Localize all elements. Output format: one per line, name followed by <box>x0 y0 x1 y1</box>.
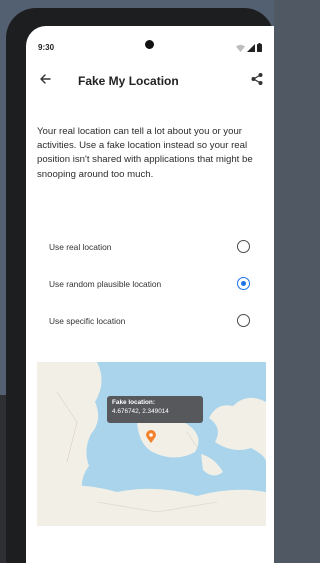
location-pin-icon <box>146 430 156 443</box>
page-title: Fake My Location <box>78 74 179 88</box>
radio-random-location[interactable] <box>237 277 250 290</box>
status-icons <box>236 42 262 52</box>
option-label: Use specific location <box>49 316 126 326</box>
option-specific-location[interactable]: Use specific location <box>26 311 274 335</box>
tooltip-coordinates: 4.676742, 2.349014 <box>112 408 169 415</box>
radio-real-location[interactable] <box>237 240 250 253</box>
option-random-location[interactable]: Use random plausible location <box>26 274 274 298</box>
map-land <box>37 362 266 526</box>
app-bar: Fake My Location <box>26 66 274 96</box>
back-arrow-icon[interactable] <box>38 72 52 86</box>
status-bar: 9:30 <box>26 26 274 66</box>
share-icon[interactable] <box>250 72 264 86</box>
phone-screen: 9:30 Fake My Location Your real location… <box>26 26 274 563</box>
option-label: Use real location <box>49 242 112 252</box>
description-text: Your real location can tell a lot about … <box>37 126 253 180</box>
option-real-location[interactable]: Use real location <box>26 237 274 261</box>
wifi-icon <box>236 44 245 52</box>
location-tooltip: Fake location: 4.676742, 2.349014 <box>107 396 203 423</box>
front-camera <box>145 40 154 49</box>
radio-specific-location[interactable] <box>237 314 250 327</box>
tooltip-title: Fake location: <box>112 399 155 406</box>
signal-icon <box>247 44 255 52</box>
status-time: 9:30 <box>38 43 55 52</box>
map-view[interactable]: Fake location: 4.676742, 2.349014 <box>37 362 266 526</box>
battery-icon <box>257 43 262 52</box>
option-label: Use random plausible location <box>49 279 162 289</box>
